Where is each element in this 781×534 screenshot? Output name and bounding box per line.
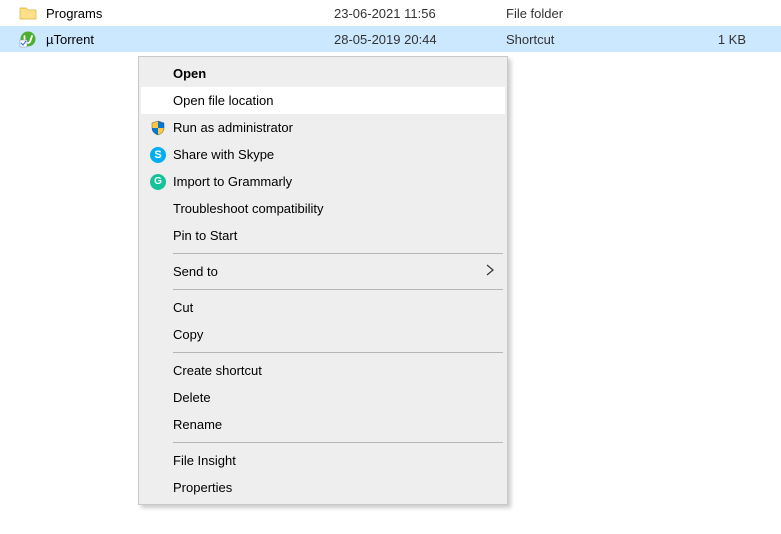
menu-open-file-location[interactable]: Open file location [141, 87, 505, 114]
file-size: 1 KB [698, 32, 754, 47]
menu-label: Troubleshoot compatibility [173, 201, 495, 216]
menu-label: Send to [173, 264, 485, 279]
file-date: 28-05-2019 20:44 [334, 32, 506, 47]
blank-icon [147, 63, 169, 85]
menu-troubleshoot[interactable]: Troubleshoot compatibility [141, 195, 505, 222]
blank-icon [147, 297, 169, 319]
menu-label: Cut [173, 300, 495, 315]
menu-run-as-admin[interactable]: Run as administrator [141, 114, 505, 141]
blank-icon [147, 414, 169, 436]
file-type: Shortcut [506, 32, 698, 47]
blank-icon [147, 450, 169, 472]
menu-label: Rename [173, 417, 495, 432]
menu-create-shortcut[interactable]: Create shortcut [141, 357, 505, 384]
menu-label: Pin to Start [173, 228, 495, 243]
folder-icon [18, 3, 38, 23]
menu-copy[interactable]: Copy [141, 321, 505, 348]
menu-rename[interactable]: Rename [141, 411, 505, 438]
file-row[interactable]: Programs 23-06-2021 11:56 File folder [0, 0, 781, 26]
file-row[interactable]: µTorrent 28-05-2019 20:44 Shortcut 1 KB [0, 26, 781, 52]
file-type: File folder [506, 6, 698, 21]
menu-label: Open [173, 66, 495, 81]
file-name: µTorrent [46, 32, 94, 47]
menu-label: Run as administrator [173, 120, 495, 135]
menu-label: Properties [173, 480, 495, 495]
blank-icon [147, 387, 169, 409]
utorrent-icon [18, 29, 38, 49]
menu-label: Copy [173, 327, 495, 342]
menu-label: Create shortcut [173, 363, 495, 378]
menu-delete[interactable]: Delete [141, 384, 505, 411]
menu-separator [173, 442, 503, 443]
menu-label: Import to Grammarly [173, 174, 495, 189]
menu-label: Delete [173, 390, 495, 405]
blank-icon [147, 324, 169, 346]
menu-share-skype[interactable]: S Share with Skype [141, 141, 505, 168]
chevron-right-icon [485, 264, 495, 279]
menu-properties[interactable]: Properties [141, 474, 505, 501]
file-name: Programs [46, 6, 102, 21]
menu-file-insight[interactable]: File Insight [141, 447, 505, 474]
menu-separator [173, 352, 503, 353]
blank-icon [147, 360, 169, 382]
menu-pin-start[interactable]: Pin to Start [141, 222, 505, 249]
shield-icon [147, 117, 169, 139]
blank-icon [147, 261, 169, 283]
context-menu: Open Open file location Run as administr… [138, 56, 508, 505]
blank-icon [147, 477, 169, 499]
menu-open[interactable]: Open [141, 60, 505, 87]
menu-label: Share with Skype [173, 147, 495, 162]
file-date: 23-06-2021 11:56 [334, 6, 506, 21]
skype-icon: S [147, 144, 169, 166]
menu-label: File Insight [173, 453, 495, 468]
menu-label: Open file location [173, 93, 495, 108]
menu-separator [173, 289, 503, 290]
blank-icon [147, 225, 169, 247]
menu-import-grammarly[interactable]: G Import to Grammarly [141, 168, 505, 195]
blank-icon [147, 198, 169, 220]
grammarly-icon: G [147, 171, 169, 193]
menu-cut[interactable]: Cut [141, 294, 505, 321]
blank-icon [147, 90, 169, 112]
file-list: Programs 23-06-2021 11:56 File folder µT… [0, 0, 781, 52]
menu-separator [173, 253, 503, 254]
menu-send-to[interactable]: Send to [141, 258, 505, 285]
